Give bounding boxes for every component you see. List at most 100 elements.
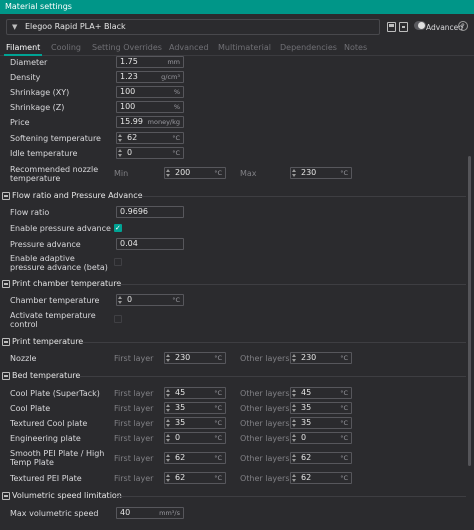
delete-preset-icon[interactable] [399,22,408,32]
shrinkage-z-input[interactable]: 100 % [116,101,184,113]
spin-arrows-icon[interactable] [292,389,297,397]
bed-other-layers-input[interactable]: 62 °C [290,472,352,484]
pressure-advance-label: Pressure advance [10,240,81,249]
bed-other-layers-input[interactable]: 35 °C [290,417,352,429]
tab-advanced[interactable]: Advanced [169,43,209,52]
bed-other-value: 0 [301,433,307,442]
bed-unit: °C [214,389,222,397]
bed-unit: °C [214,474,222,482]
bed-other-layers-input[interactable]: 0 °C [290,432,352,444]
diameter-input[interactable]: 1.75 mm [116,56,184,68]
bed-unit: °C [340,404,348,412]
nozzle-min-unit: °C [214,169,222,177]
flow-section-icon [2,192,10,200]
max-volumetric-input[interactable]: 40 mm³/s [116,507,184,519]
shrinkage-xy-input[interactable]: 100 % [116,86,184,98]
settings-tabs: Filament Cooling Setting Overrides Advan… [0,40,474,56]
density-unit: g/cm³ [161,73,180,81]
spin-arrows-icon[interactable] [166,454,171,462]
activate-temp-checkbox[interactable] [114,315,122,323]
tab-setting-overrides[interactable]: Setting Overrides [92,43,162,52]
spin-arrows-icon[interactable] [166,419,171,427]
nozzle-max-input[interactable]: 230 °C [290,167,352,179]
bed-first-layer-input[interactable]: 35 °C [164,417,226,429]
spin-arrows-icon[interactable] [166,389,171,397]
tab-notes[interactable]: Notes [344,43,367,52]
price-value: 15.99 [120,117,143,126]
spin-arrows-icon[interactable] [292,434,297,442]
nozzle-first-layer-input[interactable]: 230 °C [164,352,226,364]
bed-other-layers-label: Other layers [240,474,290,483]
spin-arrows-icon[interactable] [292,474,297,482]
bed-section-icon [2,372,10,380]
filament-settings-panel: Diameter 1.75 mm Density 1.23 g/cm³ Shri… [0,56,466,530]
enable-pa-checkbox[interactable] [114,223,122,233]
tab-cooling[interactable]: Cooling [51,43,81,52]
shrinkage-z-label: Shrinkage (Z) [10,103,65,112]
spin-arrows-icon[interactable] [118,149,123,157]
chamber-temp-unit: °C [172,296,180,304]
bed-first-value: 35 [175,403,186,412]
spin-arrows-icon[interactable] [166,404,171,412]
bed-other-value: 45 [301,388,312,397]
bed-other-layers-label: Other layers [240,389,290,398]
tab-dependencies[interactable]: Dependencies [280,43,337,52]
bed-other-value: 35 [301,418,312,427]
price-input[interactable]: 15.99 money/kg [116,116,184,128]
bed-first-layer-input[interactable]: 0 °C [164,432,226,444]
spin-arrows-icon[interactable] [166,474,171,482]
tab-multimaterial[interactable]: Multimaterial [218,43,271,52]
spin-arrows-icon[interactable] [292,454,297,462]
bed-first-layer-input[interactable]: 62 °C [164,452,226,464]
help-icon[interactable]: ? [458,21,468,31]
spin-arrows-icon[interactable] [118,296,123,304]
density-input[interactable]: 1.23 g/cm³ [116,71,184,83]
spin-arrows-icon[interactable] [166,434,171,442]
pressure-advance-input[interactable]: 0.04 [116,238,184,250]
chamber-temp-input[interactable]: 0 °C [116,294,184,306]
save-preset-icon[interactable] [387,22,396,32]
flow-ratio-input[interactable]: 0.9696 [116,206,184,218]
spin-arrows-icon[interactable] [292,169,297,177]
bed-row-label: Cool Plate (SuperTack) [10,389,100,398]
section-divider [116,496,466,497]
max-volumetric-label: Max volumetric speed [10,509,99,518]
tab-filament[interactable]: Filament [6,43,40,52]
nozzle-min-input[interactable]: 200 °C [164,167,226,179]
print-temp-section-icon [2,338,10,346]
bed-other-layers-input[interactable]: 62 °C [290,452,352,464]
bed-unit: °C [340,454,348,462]
nozzle-other-layers-input[interactable]: 230 °C [290,352,352,364]
bed-first-layer-label: First layer [114,434,154,443]
bed-unit: °C [214,404,222,412]
nozzle-label: Nozzle [10,354,37,363]
bed-first-value: 0 [175,433,181,442]
spin-arrows-icon[interactable] [166,354,171,362]
bed-first-layer-input[interactable]: 35 °C [164,402,226,414]
spin-arrows-icon[interactable] [292,419,297,427]
section-divider [136,196,466,197]
bed-first-layer-input[interactable]: 62 °C [164,472,226,484]
bed-other-layers-input[interactable]: 35 °C [290,402,352,414]
bed-other-layers-input[interactable]: 45 °C [290,387,352,399]
spin-arrows-icon[interactable] [292,354,297,362]
nozzle-max-unit: °C [340,169,348,177]
preset-select[interactable]: ▼ Elegoo Rapid PLA+ Black [6,19,380,35]
idle-value: 0 [127,148,133,157]
idle-input[interactable]: 0 °C [116,147,184,159]
spin-arrows-icon[interactable] [166,169,171,177]
bed-row-label: Cool Plate [10,404,51,413]
section-bed-temperature: Bed temperature [0,371,466,383]
section-title: Bed temperature [12,371,81,380]
bed-unit: °C [340,434,348,442]
advanced-toggle[interactable] [414,21,426,30]
bed-first-layer-input[interactable]: 45 °C [164,387,226,399]
enable-pa-label: Enable pressure advance [10,224,111,233]
scrollbar-thumb[interactable] [468,156,471,466]
spin-arrows-icon[interactable] [292,404,297,412]
softening-input[interactable]: 62 °C [116,132,184,144]
adaptive-pa-checkbox[interactable] [114,258,122,266]
spin-arrows-icon[interactable] [118,134,123,142]
shrinkage-z-value: 100 [120,102,136,111]
bed-other-value: 62 [301,473,312,482]
